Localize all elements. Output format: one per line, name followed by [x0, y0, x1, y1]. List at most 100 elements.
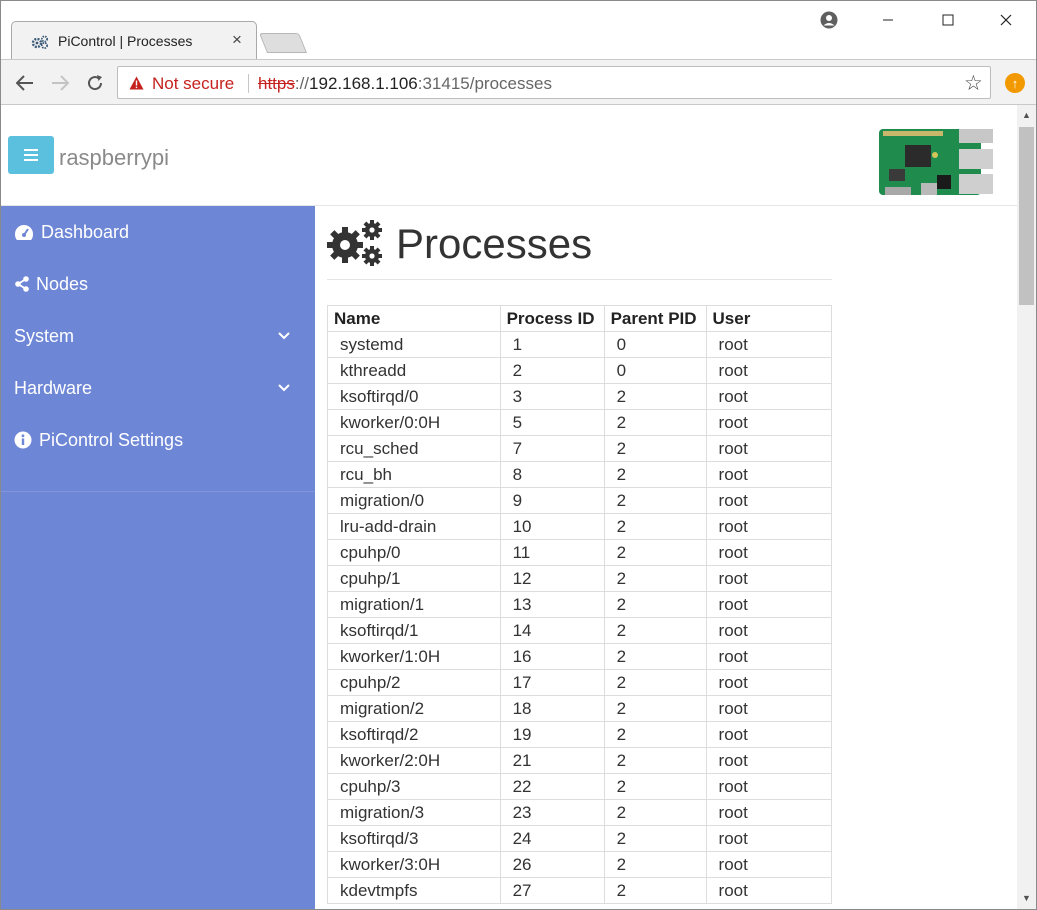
column-header-parent-pid[interactable]: Parent PID: [603, 305, 707, 332]
parent-pid-cell: 2: [603, 747, 707, 774]
parent-pid-cell: 2: [603, 799, 707, 826]
user-cell: root: [705, 825, 833, 852]
minimize-icon[interactable]: [874, 7, 902, 33]
process-id-cell: 19: [499, 721, 605, 748]
process-id-cell: 24: [499, 825, 605, 852]
sidebar-item-picontrol-settings[interactable]: PiControl Settings: [14, 425, 183, 455]
process-id-cell: 22: [499, 773, 605, 800]
page-viewport: raspberrypi Dashboard Nodes System Hardw…: [1, 105, 1017, 909]
user-cell: root: [705, 461, 833, 488]
process-name-cell: migration/2: [327, 695, 501, 722]
address-bar[interactable]: Not secure https://192.168.1.106:31415/p…: [117, 66, 991, 99]
process-name-cell: kworker/2:0H: [327, 747, 501, 774]
new-tab-button[interactable]: [258, 33, 308, 53]
url-text[interactable]: https://192.168.1.106:31415/processes: [258, 74, 552, 94]
table-row: systemd 1 0 root: [327, 331, 833, 358]
process-id-cell: 14: [499, 617, 605, 644]
main-content: Processes Name Process ID Parent PID Use…: [315, 206, 1017, 909]
share-icon: [14, 276, 32, 292]
brand-name[interactable]: raspberrypi: [59, 145, 169, 171]
not-secure-label[interactable]: Not secure: [152, 74, 234, 94]
parent-pid-cell: 2: [603, 773, 707, 800]
maximize-icon[interactable]: [934, 7, 962, 33]
menu-toggle-button[interactable]: [8, 136, 54, 174]
process-id-cell: 27: [499, 877, 605, 904]
process-id-cell: 3: [499, 383, 605, 410]
reload-icon[interactable]: [83, 71, 107, 95]
parent-pid-cell: 2: [603, 643, 707, 670]
sidebar-item-label: PiControl Settings: [39, 429, 184, 450]
table-row: ksoftirqd/3 24 2 root: [327, 825, 833, 852]
profile-icon[interactable]: [815, 7, 843, 33]
column-header-process-id[interactable]: Process ID: [499, 305, 605, 332]
table-row: migration/0 9 2 root: [327, 487, 833, 514]
parent-pid-cell: 2: [603, 877, 707, 904]
table-row: lru-add-drain 10 2 root: [327, 513, 833, 540]
raspberry-pi-board-image: [879, 129, 993, 195]
browser-window: PiControl | Processes × Not secure https…: [0, 0, 1037, 910]
process-name-cell: migration/0: [327, 487, 501, 514]
process-id-cell: 17: [499, 669, 605, 696]
process-id-cell: 8: [499, 461, 605, 488]
process-id-cell: 12: [499, 565, 605, 592]
parent-pid-cell: 0: [603, 331, 707, 358]
table-row: kthreadd 2 0 root: [327, 357, 833, 384]
forward-arrow-icon[interactable]: [48, 71, 72, 95]
table-row: kworker/3:0H 26 2 root: [327, 851, 833, 878]
browser-toolbar: Not secure https://192.168.1.106:31415/p…: [1, 59, 1036, 105]
sidebar-item-dashboard[interactable]: Dashboard: [14, 217, 129, 247]
parent-pid-cell: 2: [603, 461, 707, 488]
table-row: migration/1 13 2 root: [327, 591, 833, 618]
omnibox-divider: [248, 74, 249, 93]
scroll-down-icon[interactable]: ▼: [1022, 893, 1031, 903]
tab-picontrol-processes[interactable]: PiControl | Processes ×: [11, 21, 257, 60]
column-header-user[interactable]: User: [705, 305, 833, 332]
process-id-cell: 18: [499, 695, 605, 722]
user-cell: root: [705, 747, 833, 774]
table-row: migration/2 18 2 root: [327, 695, 833, 722]
parent-pid-cell: 2: [603, 539, 707, 566]
user-cell: root: [705, 487, 833, 514]
table-row: cpuhp/1 12 2 root: [327, 565, 833, 592]
bookmark-star-icon[interactable]: ☆: [964, 71, 983, 96]
process-name-cell: cpuhp/2: [327, 669, 501, 696]
scroll-thumb[interactable]: [1019, 127, 1034, 305]
page-title: Processes: [396, 220, 593, 267]
table-row: kworker/1:0H 16 2 root: [327, 643, 833, 670]
process-name-cell: kdevtmpfs: [327, 877, 501, 904]
process-name-cell: ksoftirqd/3: [327, 825, 501, 852]
parent-pid-cell: 2: [603, 695, 707, 722]
back-arrow-icon[interactable]: [13, 71, 37, 95]
info-icon: [14, 431, 34, 449]
sidebar-item-system[interactable]: System: [14, 321, 314, 351]
process-name-cell: migration/3: [327, 799, 501, 826]
sidebar-item-nodes[interactable]: Nodes: [14, 269, 88, 299]
parent-pid-cell: 2: [603, 851, 707, 878]
parent-pid-cell: 2: [603, 825, 707, 852]
parent-pid-cell: 2: [603, 591, 707, 618]
page-scrollbar[interactable]: ▲ ▼: [1017, 105, 1036, 909]
process-id-cell: 16: [499, 643, 605, 670]
user-cell: root: [705, 409, 833, 436]
process-name-cell: kworker/1:0H: [327, 643, 501, 670]
parent-pid-cell: 2: [603, 513, 707, 540]
title-bar: PiControl | Processes ×: [1, 1, 1036, 60]
process-name-cell: rcu_bh: [327, 461, 501, 488]
process-id-cell: 13: [499, 591, 605, 618]
sidebar-item-hardware[interactable]: Hardware: [14, 373, 314, 403]
cogs-icon: [31, 35, 48, 49]
top-navbar: raspberrypi: [1, 105, 1017, 206]
close-window-icon[interactable]: [992, 7, 1020, 33]
column-header-name[interactable]: Name: [327, 305, 501, 332]
process-id-cell: 21: [499, 747, 605, 774]
table-row: ksoftirqd/1 14 2 root: [327, 617, 833, 644]
process-name-cell: systemd: [327, 331, 501, 358]
parent-pid-cell: 2: [603, 487, 707, 514]
update-icon[interactable]: ↑: [1005, 73, 1025, 93]
tab-close-icon[interactable]: ×: [232, 31, 242, 49]
process-name-cell: ksoftirqd/0: [327, 383, 501, 410]
scroll-up-icon[interactable]: ▲: [1022, 110, 1031, 120]
process-id-cell: 2: [499, 357, 605, 384]
table-body: systemd 1 0 root kthreadd 2 0 root ksoftirqd/0 3 2…: [327, 331, 833, 904]
table-row: ksoftirqd/0 3 2 root: [327, 383, 833, 410]
